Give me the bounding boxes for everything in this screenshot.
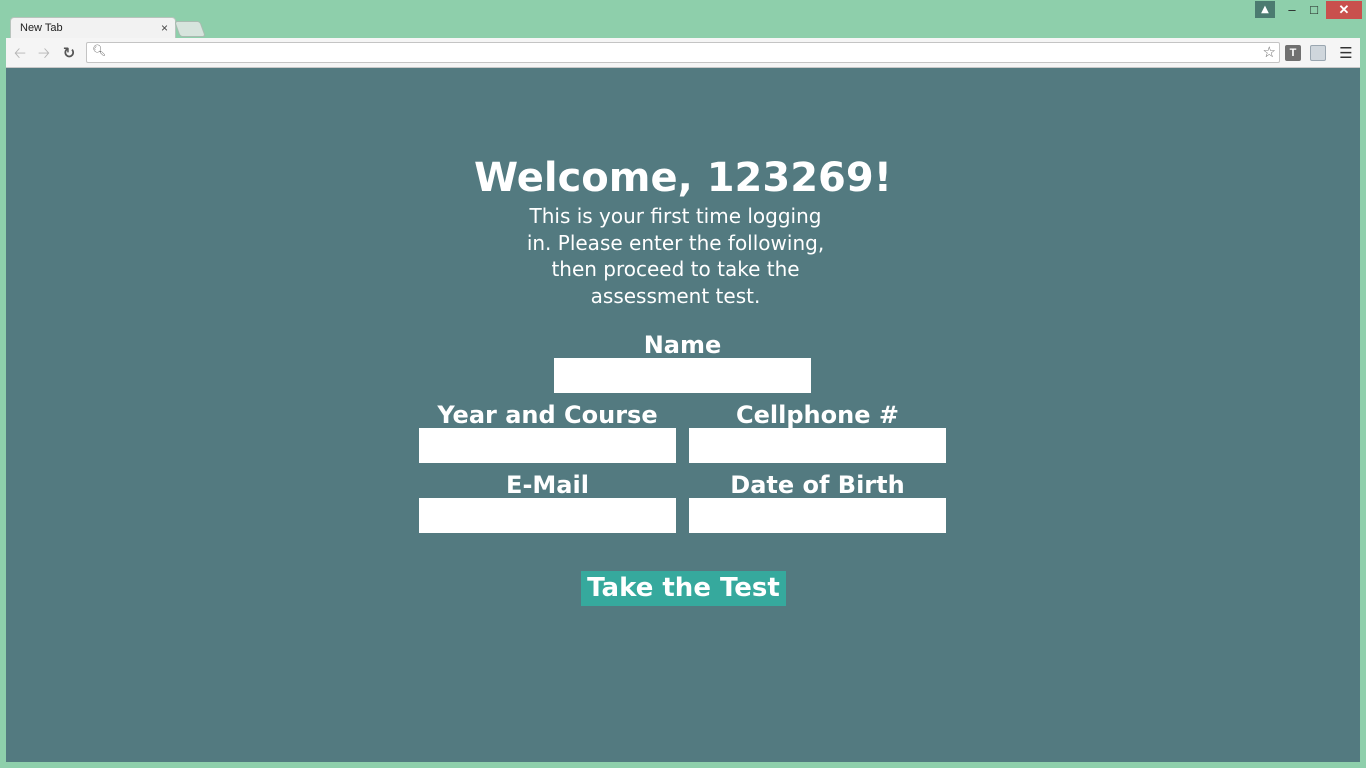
email-label: E-Mail: [506, 471, 589, 499]
minimize-button[interactable]: –: [1281, 1, 1303, 19]
extension-t-icon[interactable]: T: [1285, 45, 1301, 61]
reload-icon[interactable]: ↻: [59, 43, 79, 63]
page-viewport: Welcome, 123269! This is your first time…: [6, 68, 1360, 762]
tab-new-tab[interactable]: New Tab ×: [10, 17, 176, 40]
tab-title: New Tab: [20, 22, 63, 34]
dob-label: Date of Birth: [730, 471, 905, 499]
year-course-input[interactable]: [419, 428, 676, 463]
name-label: Name: [643, 331, 722, 359]
email-input[interactable]: [419, 498, 676, 533]
forward-icon[interactable]: 🡢: [34, 43, 54, 63]
user-icon[interactable]: ▲: [1255, 1, 1275, 18]
menu-icon[interactable]: ☰: [1337, 43, 1355, 63]
extension-cube-icon[interactable]: [1310, 45, 1326, 61]
welcome-heading: Welcome, 123269!: [474, 155, 892, 201]
maximize-button[interactable]: □: [1303, 1, 1325, 19]
close-window-button[interactable]: ✕: [1326, 1, 1362, 19]
year-course-label: Year and Course: [437, 401, 658, 429]
search-icon: 🔍︎: [92, 44, 106, 57]
dob-input[interactable]: [689, 498, 946, 533]
address-bar[interactable]: 🔍︎ ☆: [86, 42, 1280, 63]
new-tab-button[interactable]: [174, 21, 206, 37]
name-input[interactable]: [554, 358, 811, 393]
url-input[interactable]: [109, 44, 1253, 63]
star-icon[interactable]: ☆: [1263, 43, 1276, 62]
title-bar: New Tab × ▲ – □ ✕: [0, 0, 1366, 40]
close-tab-icon[interactable]: ×: [161, 21, 168, 35]
take-test-button[interactable]: Take the Test: [581, 571, 786, 606]
cellphone-label: Cellphone #: [736, 401, 899, 429]
back-icon[interactable]: 🡠: [10, 43, 30, 63]
cellphone-input[interactable]: [689, 428, 946, 463]
browser-toolbar: 🡠 🡢 ↻ 🔍︎ ☆ T ☰: [6, 38, 1360, 68]
intro-text: This is your first time logging in. Plea…: [526, 204, 825, 309]
